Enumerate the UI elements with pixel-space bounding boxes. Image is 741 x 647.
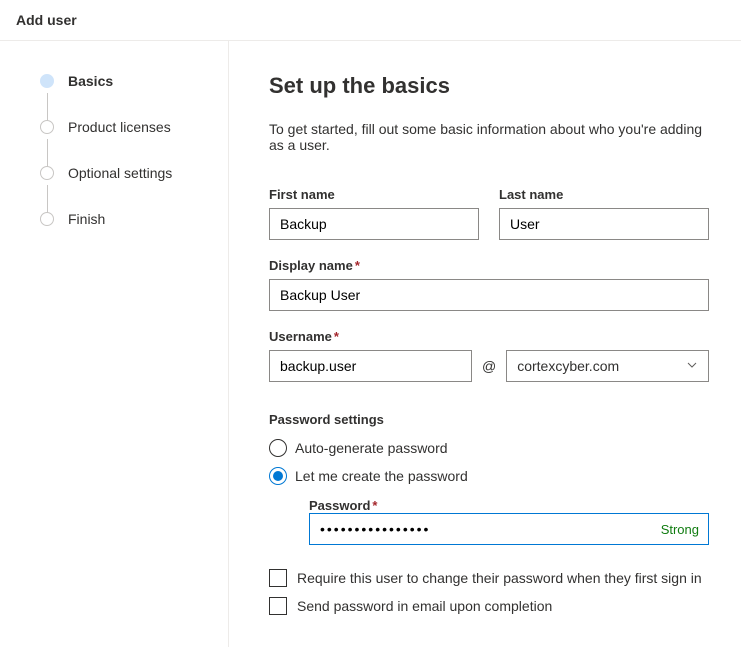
password-settings-label: Password settings bbox=[269, 412, 709, 427]
display-name-label: Display name* bbox=[269, 258, 709, 273]
wizard-steps-sidebar: Basics Product licenses Optional setting… bbox=[0, 41, 229, 647]
radio-icon bbox=[269, 439, 287, 457]
step-product-licenses[interactable]: Product licenses bbox=[40, 119, 212, 135]
password-label: Password* bbox=[309, 498, 377, 513]
domain-selected-value: cortexcyber.com bbox=[517, 358, 619, 374]
last-name-input[interactable] bbox=[499, 208, 709, 240]
radio-icon bbox=[269, 467, 287, 485]
required-asterisk: * bbox=[372, 498, 377, 513]
first-name-input[interactable] bbox=[269, 208, 479, 240]
username-input[interactable] bbox=[269, 350, 472, 382]
step-label: Optional settings bbox=[68, 165, 172, 181]
at-symbol: @ bbox=[482, 358, 496, 374]
domain-select[interactable]: cortexcyber.com bbox=[506, 350, 709, 382]
step-label: Basics bbox=[68, 73, 113, 89]
first-name-label: First name bbox=[269, 187, 479, 202]
radio-label: Let me create the password bbox=[295, 468, 468, 484]
step-label: Product licenses bbox=[68, 119, 171, 135]
step-basics[interactable]: Basics bbox=[40, 73, 212, 89]
radio-auto-generate[interactable]: Auto-generate password bbox=[269, 439, 709, 457]
display-name-input[interactable] bbox=[269, 279, 709, 311]
required-asterisk: * bbox=[355, 258, 360, 273]
step-indicator-icon bbox=[40, 74, 54, 88]
checkbox-icon bbox=[269, 569, 287, 587]
form-main: Set up the basics To get started, fill o… bbox=[229, 41, 741, 647]
page-title: Set up the basics bbox=[269, 73, 709, 99]
radio-create-password[interactable]: Let me create the password bbox=[269, 467, 709, 485]
radio-label: Auto-generate password bbox=[295, 440, 448, 456]
step-indicator-icon bbox=[40, 166, 54, 180]
step-optional-settings[interactable]: Optional settings bbox=[40, 165, 212, 181]
password-input[interactable] bbox=[309, 513, 709, 545]
checkbox-label: Require this user to change their passwo… bbox=[297, 570, 702, 586]
panel-header: Add user bbox=[0, 0, 741, 41]
page-subtitle: To get started, fill out some basic info… bbox=[269, 121, 709, 153]
step-finish[interactable]: Finish bbox=[40, 211, 212, 227]
last-name-label: Last name bbox=[499, 187, 709, 202]
checkbox-require-change[interactable]: Require this user to change their passwo… bbox=[269, 569, 709, 587]
required-asterisk: * bbox=[334, 329, 339, 344]
step-indicator-icon bbox=[40, 212, 54, 226]
chevron-down-icon bbox=[686, 358, 698, 374]
step-indicator-icon bbox=[40, 120, 54, 134]
password-strength-indicator: Strong bbox=[661, 522, 699, 537]
panel-title: Add user bbox=[16, 12, 77, 28]
checkbox-icon bbox=[269, 597, 287, 615]
step-label: Finish bbox=[68, 211, 105, 227]
username-label: Username* bbox=[269, 329, 709, 344]
checkbox-label: Send password in email upon completion bbox=[297, 598, 552, 614]
checkbox-send-email[interactable]: Send password in email upon completion bbox=[269, 597, 709, 615]
